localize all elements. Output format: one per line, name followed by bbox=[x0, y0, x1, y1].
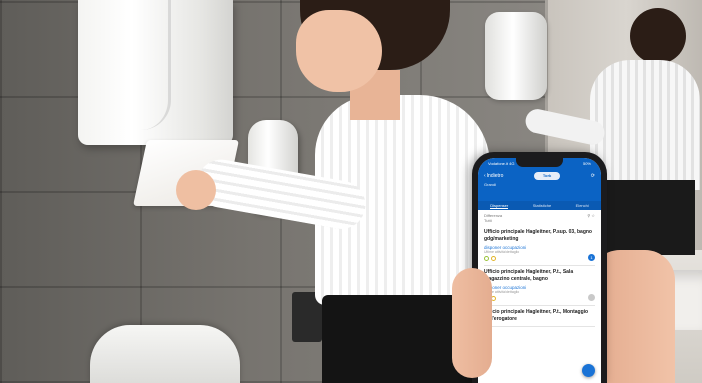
list-item[interactable]: Ufficio principale Hagleitner, P.t., Mon… bbox=[484, 306, 595, 327]
back-label: Indietro bbox=[486, 173, 504, 179]
status-dots bbox=[484, 296, 595, 301]
smartphone: Vodafone.it 4G 50% ‹ Indietro Tork ⟳ Gra… bbox=[472, 152, 607, 383]
holding-thumb bbox=[452, 268, 492, 378]
reflection-skirt bbox=[600, 180, 695, 255]
woman-hand bbox=[176, 170, 216, 210]
count-badge: 1 bbox=[588, 254, 595, 261]
woman-face bbox=[296, 10, 382, 92]
status-dots bbox=[484, 256, 595, 261]
dispenser-highlight bbox=[118, 0, 171, 130]
filter-label[interactable]: Differenza Tutti bbox=[484, 213, 502, 223]
dispenser-list: Ufficio principale Hagleitner, P.sup. 03… bbox=[478, 226, 601, 327]
battery-label: 50% bbox=[582, 161, 591, 166]
app-logo: Tork bbox=[534, 172, 561, 180]
reflection-head bbox=[630, 8, 686, 64]
list-item[interactable]: Ufficio principale Hagleitner, P.t., Sal… bbox=[484, 266, 595, 306]
back-button[interactable]: ‹ Indietro bbox=[484, 173, 503, 179]
item-title: Ufficio principale Hagleitner, P.t., Mon… bbox=[484, 309, 589, 322]
item-title: Ufficio principale Hagleitner, P.t., Sal… bbox=[484, 269, 574, 282]
list-item[interactable]: Ufficio principale Hagleitner, P.sup. 03… bbox=[484, 226, 595, 266]
waste-bin bbox=[90, 325, 240, 383]
section-subtitle: Grandi bbox=[484, 182, 497, 187]
item-subtext: Ultime attività/dettaglio bbox=[484, 290, 520, 294]
reflected-dispenser bbox=[485, 12, 547, 100]
photo-scene: Vodafone.it 4G 50% ‹ Indietro Tork ⟳ Gra… bbox=[0, 0, 702, 383]
tab-dispenser[interactable]: Dispenser bbox=[490, 203, 509, 209]
green-dot-icon bbox=[484, 256, 489, 261]
carrier-label: Vodafone.it 4G bbox=[488, 161, 515, 166]
app-nav: ‹ Indietro Tork ⟳ bbox=[478, 166, 601, 180]
filter-row: Differenza Tutti ⚲ ☆ bbox=[478, 210, 601, 226]
item-title: Ufficio principale Hagleitner, P.sup. 03… bbox=[484, 229, 592, 242]
tab-statistics[interactable]: Statistiche bbox=[533, 203, 551, 208]
app-tabs: Dispenser Statistiche Elenchi bbox=[478, 201, 601, 210]
paper-towel-dispenser bbox=[78, 0, 233, 145]
phone-notch bbox=[516, 158, 563, 167]
tab-lists[interactable]: Elenchi bbox=[576, 203, 589, 208]
filter-icon[interactable]: ⚲ ☆ bbox=[587, 213, 595, 223]
refresh-icon[interactable]: ⟳ bbox=[591, 173, 595, 179]
count-badge bbox=[588, 294, 595, 301]
yellow-dot-icon bbox=[491, 256, 496, 261]
item-subtext: Ultime attività/dettaglio bbox=[484, 250, 520, 254]
phone-screen: Vodafone.it 4G 50% ‹ Indietro Tork ⟳ Gra… bbox=[478, 158, 601, 383]
add-button[interactable] bbox=[582, 364, 595, 377]
chevron-left-icon: ‹ bbox=[484, 173, 486, 179]
